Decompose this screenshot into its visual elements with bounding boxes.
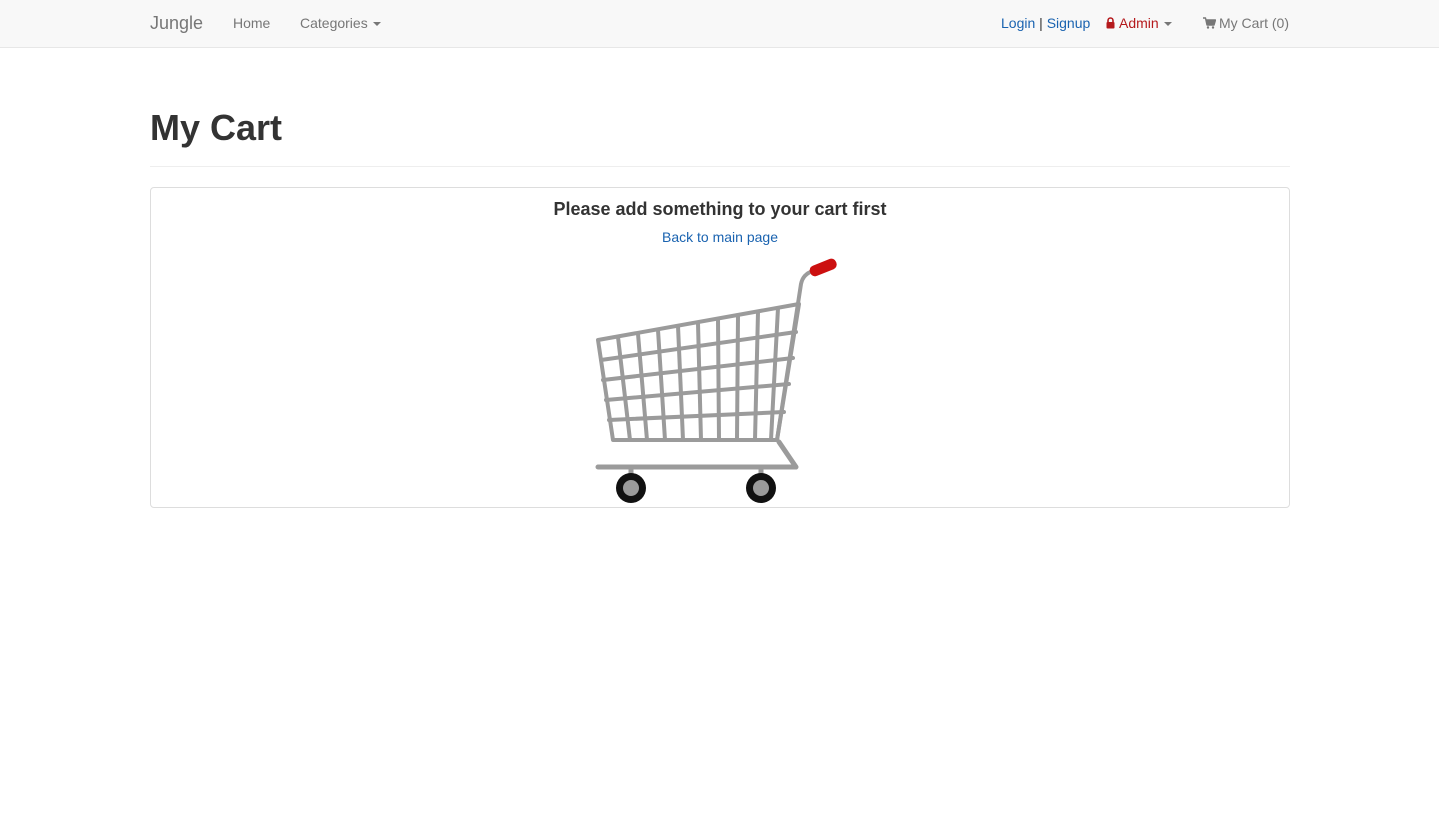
- auth-separator: |: [1039, 15, 1043, 31]
- my-cart-link[interactable]: My Cart (0): [1203, 15, 1289, 32]
- navbar: Jungle Home Categories Login | Signup Ad…: [0, 0, 1439, 48]
- nav-home-link[interactable]: Home: [233, 15, 270, 32]
- signup-link[interactable]: Signup: [1047, 15, 1091, 31]
- chevron-down-icon: [372, 22, 381, 27]
- title-divider: [150, 166, 1290, 167]
- cart-basket: [596, 302, 801, 442]
- page-title: My Cart: [150, 107, 283, 148]
- chevron-down-icon: [1163, 22, 1172, 27]
- login-link[interactable]: Login: [1001, 15, 1035, 31]
- shopping-cart-icon: [1203, 17, 1216, 29]
- cart-handle-grip: [809, 258, 837, 277]
- lock-icon: [1106, 17, 1115, 29]
- empty-cart-panel: Please add something to your cart first …: [150, 187, 1290, 508]
- back-link-container: Back to main page: [151, 229, 1289, 246]
- cart-handle-bar: [775, 269, 815, 442]
- back-to-main-link[interactable]: Back to main page: [662, 229, 778, 245]
- empty-cart-message: Please add something to your cart first: [553, 199, 887, 219]
- nav-categories-dropdown[interactable]: Categories: [300, 15, 381, 32]
- navbar-container: Jungle Home Categories Login | Signup Ad…: [150, 0, 1290, 47]
- cart-base: [595, 439, 799, 470]
- brand-link[interactable]: Jungle: [150, 12, 203, 34]
- admin-label: Admin: [1119, 15, 1159, 31]
- admin-dropdown[interactable]: Admin: [1106, 15, 1172, 32]
- my-cart-label: My Cart (0): [1219, 15, 1289, 31]
- empty-shopping-cart-image: [595, 258, 837, 503]
- categories-label: Categories: [300, 15, 368, 31]
- cart-wheels: [616, 473, 776, 503]
- auth-links: Login | Signup: [1001, 15, 1090, 32]
